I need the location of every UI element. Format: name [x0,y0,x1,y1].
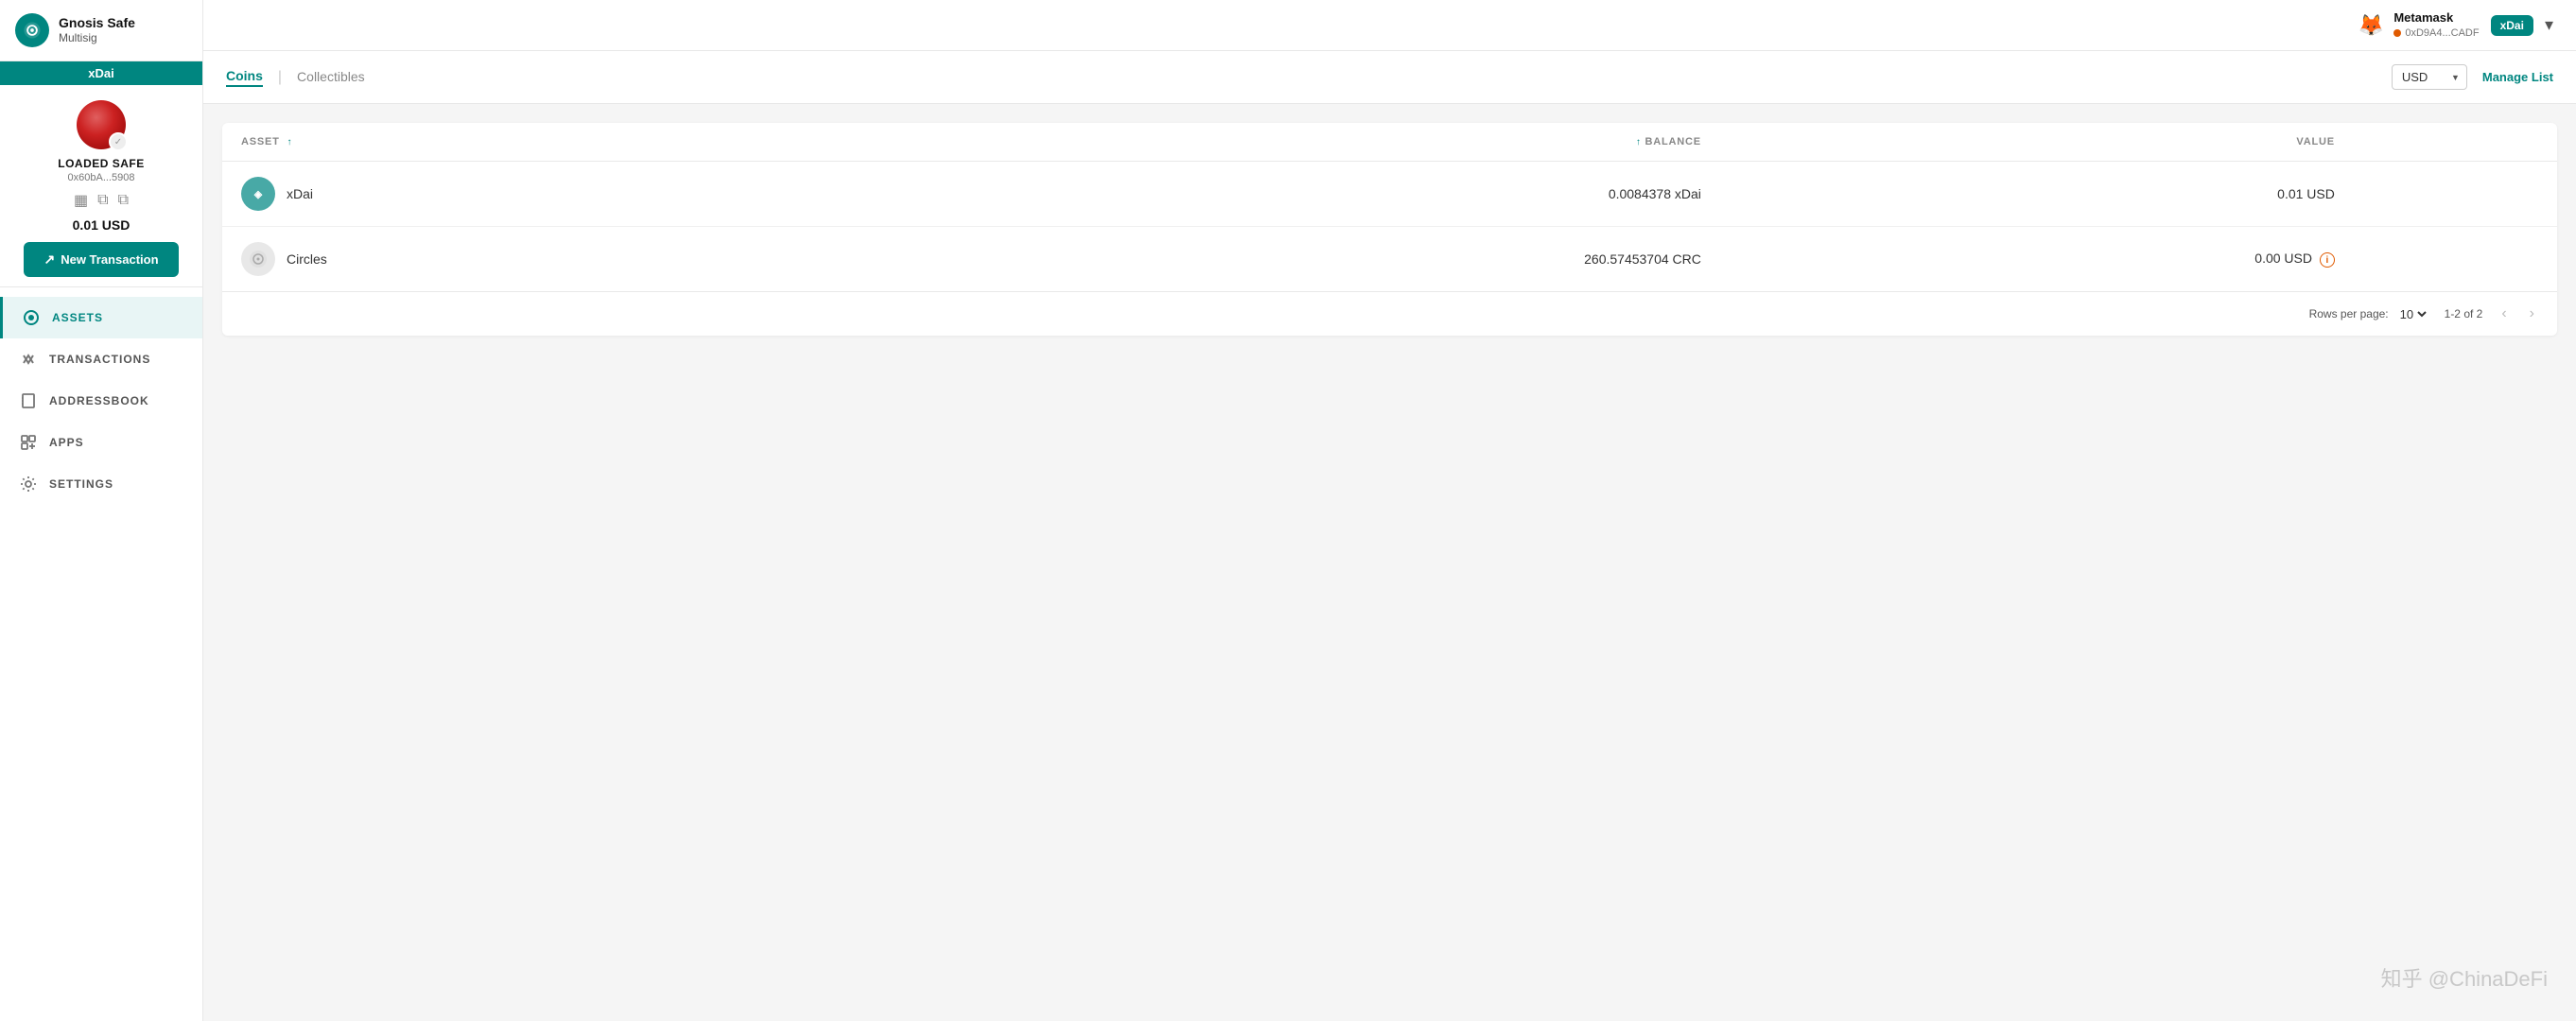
sidebar-item-transactions-label: TRANSACTIONS [49,353,150,366]
pagination-info: 1-2 of 2 [2445,307,2483,320]
new-tx-label: New Transaction [61,252,158,267]
safe-name: LOADED SAFE [58,157,145,170]
assets-icon [22,308,41,327]
sidebar-item-settings[interactable]: SETTINGS [0,463,202,505]
brand-name: Gnosis Safe [59,15,135,31]
circles-icon [241,242,275,276]
prev-page-button[interactable]: ‹ [2498,303,2510,324]
external-link-icon[interactable]: ⧉ [118,191,129,210]
assets-table: ASSET ↑ ↑ BALANCE VALUE [222,123,2557,336]
rows-per-page: Rows per page: 10 25 50 [2309,306,2429,322]
tab-separator: | [278,69,282,86]
info-icon-circles[interactable]: i [2320,252,2335,268]
sidebar: Gnosis Safe Multisig xDai ✓ LOADED SAFE … [0,0,203,1021]
safe-address: 0x60bA...5908 [68,172,135,183]
manage-list-button[interactable]: Manage List [2482,70,2553,84]
table-header-row: ASSET ↑ ↑ BALANCE VALUE [222,123,2557,162]
network-tag: xDai [0,61,202,85]
coins-header: Coins | Collectibles USD EUR GBP ETH Man… [203,51,2576,104]
currency-select[interactable]: USD EUR GBP ETH [2392,64,2467,90]
asset-sort-icon[interactable]: ↑ [287,137,293,147]
safe-info: ✓ LOADED SAFE 0x60bA...5908 ▦ ⧉ ⧉ 0.01 U… [0,85,202,287]
rows-per-page-select[interactable]: 10 25 50 [2396,306,2429,322]
col-actions [2354,123,2557,162]
asset-cell-xdai: ◈ xDai [222,162,887,227]
metamask-info: 🦊 Metamask 0xD9A4...CADF [2356,10,2479,41]
table-footer: Rows per page: 10 25 50 1-2 of 2 ‹ › [222,291,2557,336]
safe-balance: 0.01 USD [73,217,131,233]
currency-select-wrap: USD EUR GBP ETH Manage List [2392,64,2553,90]
tab-coins[interactable]: Coins [226,68,263,87]
metamask-fox-icon: 🦊 [2356,10,2386,41]
svg-text:◈: ◈ [253,189,263,200]
metamask-name: Metamask [2393,10,2479,26]
asset-cell-circles: Circles [222,227,887,292]
metamask-address: 0xD9A4...CADF [2393,26,2479,40]
currency-select-container: USD EUR GBP ETH [2392,64,2467,90]
main-area: 🦊 Metamask 0xD9A4...CADF xDai ▾ Coins | … [203,0,2576,1021]
xdai-icon: ◈ [241,177,275,211]
rows-per-page-label: Rows per page: [2309,307,2389,320]
avatar-check-icon[interactable]: ✓ [109,132,128,151]
logo-icon [15,13,49,47]
topbar: 🦊 Metamask 0xD9A4...CADF xDai ▾ [203,0,2576,51]
wallet-status-dot [2393,29,2401,37]
sidebar-item-apps-label: APPS [49,436,84,449]
chevron-down-icon[interactable]: ▾ [2545,15,2553,35]
logo-text: Gnosis Safe Multisig [59,15,135,44]
sidebar-item-settings-label: SETTINGS [49,477,113,491]
asset-name-circles: Circles [287,251,327,267]
addressbook-icon [19,391,38,410]
action-cell-circles [2354,227,2557,292]
apps-icon [19,433,38,452]
balance-cell-circles: 260.57453704 CRC [887,227,1720,292]
new-transaction-button[interactable]: ↗ New Transaction [24,242,180,277]
network-badge[interactable]: xDai [2491,15,2533,36]
col-balance: ↑ BALANCE [887,123,1720,162]
sidebar-item-apps[interactable]: APPS [0,422,202,463]
content-area: Coins | Collectibles USD EUR GBP ETH Man… [203,51,2576,1021]
action-cell-xdai [2354,162,2557,227]
asset-name-xdai: xDai [287,186,313,201]
sidebar-item-assets[interactable]: ASSETS [0,297,202,338]
sidebar-item-assets-label: ASSETS [52,311,103,324]
copy-icon[interactable]: ⧉ [97,191,108,210]
sidebar-item-transactions[interactable]: TRANSACTIONS [0,338,202,380]
qr-icon[interactable]: ▦ [74,191,88,210]
sidebar-item-addressbook-label: ADDRESSBOOK [49,394,149,407]
table-row: ◈ xDai 0.0084378 xDai 0.01 USD [222,162,2557,227]
sidebar-item-addressbook[interactable]: ADDRESSBOOK [0,380,202,422]
value-cell-xdai: 0.01 USD [1720,162,2354,227]
avatar-wrap: ✓ [77,100,126,149]
col-asset: ASSET ↑ [222,123,887,162]
value-cell-circles: 0.00 USD i [1720,227,2354,292]
table-row: Circles 260.57453704 CRC 0.00 USD i [222,227,2557,292]
settings-icon [19,475,38,493]
metamask-details: Metamask 0xD9A4...CADF [2393,10,2479,40]
tab-collectibles[interactable]: Collectibles [297,69,365,86]
col-value: VALUE [1720,123,2354,162]
brand-sub: Multisig [59,31,135,44]
transactions-icon [19,350,38,369]
next-page-button[interactable]: › [2526,303,2538,324]
balance-cell-xdai: 0.0084378 xDai [887,162,1720,227]
balance-sort-icon[interactable]: ↑ [1636,137,1642,147]
nav-menu: ASSETS TRANSACTIONS ADDRESSBOOK APPS SET… [0,287,202,1021]
assets-tbody: ◈ xDai 0.0084378 xDai 0.01 USD [222,162,2557,292]
logo-area: Gnosis Safe Multisig [0,0,202,61]
safe-actions: ▦ ⧉ ⧉ [74,191,129,210]
arrow-up-right-icon: ↗ [44,251,55,268]
